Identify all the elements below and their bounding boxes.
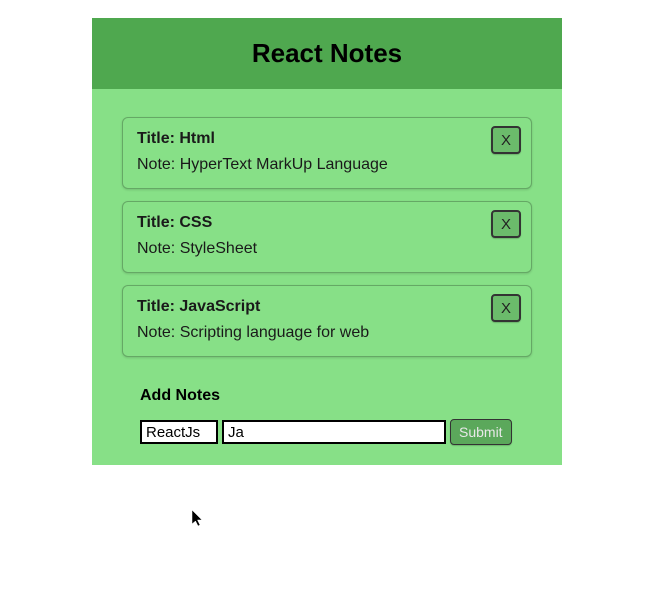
note-body: Note: StyleSheet (137, 240, 517, 258)
note-input[interactable] (222, 420, 446, 444)
app-header: React Notes (92, 18, 562, 89)
title-input[interactable] (140, 420, 218, 444)
add-notes-heading: Add Notes (140, 387, 532, 405)
note-title: Title: Html (137, 130, 517, 148)
note-card: X Title: Html Note: HyperText MarkUp Lan… (122, 117, 532, 189)
form-row: Submit (140, 419, 532, 445)
submit-button[interactable]: Submit (450, 419, 512, 445)
note-body: Note: Scripting language for web (137, 324, 517, 342)
add-notes-section: Add Notes Submit (122, 387, 532, 445)
delete-note-button[interactable]: X (491, 126, 521, 154)
app-title: React Notes (92, 38, 562, 69)
app-container: React Notes X Title: Html Note: HyperTex… (92, 18, 562, 465)
note-title: Title: CSS (137, 214, 517, 232)
mouse-cursor-icon (192, 510, 206, 533)
note-card: X Title: CSS Note: StyleSheet (122, 201, 532, 273)
note-card: X Title: JavaScript Note: Scripting lang… (122, 285, 532, 357)
note-body: Note: HyperText MarkUp Language (137, 156, 517, 174)
delete-note-button[interactable]: X (491, 294, 521, 322)
delete-note-button[interactable]: X (491, 210, 521, 238)
note-title: Title: JavaScript (137, 298, 517, 316)
content-area: X Title: Html Note: HyperText MarkUp Lan… (92, 89, 562, 465)
